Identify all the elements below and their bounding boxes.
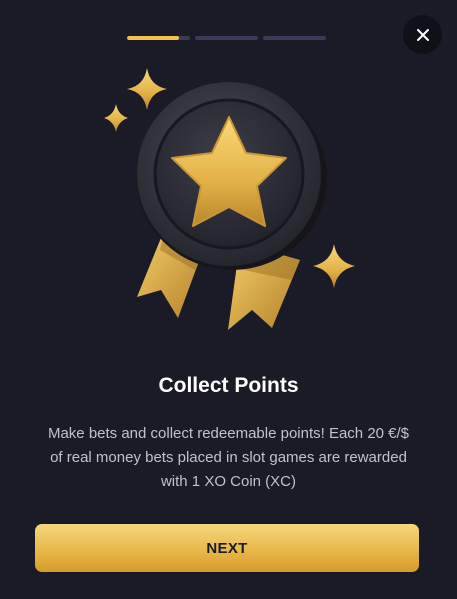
onboarding-modal: Collect Points Make bets and collect red… [0, 0, 457, 599]
progress-step-1-fill [127, 36, 179, 40]
progress-step-2 [195, 36, 258, 40]
modal-title: Collect Points [158, 374, 299, 397]
close-icon [416, 28, 429, 41]
close-button[interactable] [403, 15, 442, 54]
progress-step-1 [127, 36, 190, 40]
step-progress [127, 36, 326, 40]
star-medal-icon [104, 68, 355, 330]
next-button[interactable]: NEXT [35, 524, 419, 572]
progress-step-3 [263, 36, 326, 40]
modal-description: Make bets and collect redeemable points!… [47, 425, 410, 490]
